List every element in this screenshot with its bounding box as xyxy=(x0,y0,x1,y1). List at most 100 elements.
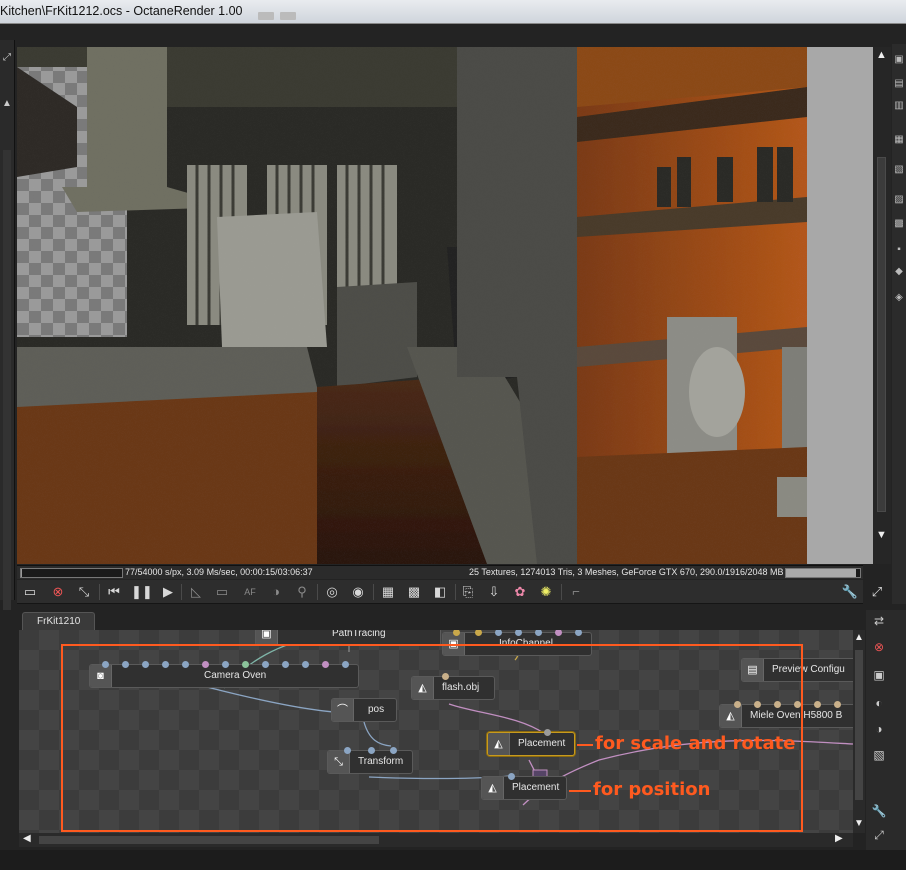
gpu-memory-fill xyxy=(786,569,856,577)
scroll-up-arrow-icon[interactable]: ▲ xyxy=(854,632,864,643)
render-stats-text: 77/54000 s/px, 3.09 Ms/sec, 00:00:15/03:… xyxy=(125,567,313,577)
node-input-pin[interactable] xyxy=(515,630,522,636)
autofocus-icon[interactable]: AF xyxy=(241,583,259,601)
toolbar-separator xyxy=(99,584,100,600)
clear-render-icon[interactable]: ⊗ xyxy=(49,583,67,601)
link-icon[interactable]: ⇄ xyxy=(871,614,887,630)
render-toolbar: ▭ ⊗ ⤡ ⏮ ❚❚ ▶ ◺ ▭ AF ◑ ⚲ ◎ ◉ ▦ ▩ ◧ ⎘ ⇩ ✿ … xyxy=(17,580,863,604)
scene-stats-text: 25 Textures, 1274013 Tris, 3 Meshes, GeF… xyxy=(469,567,784,577)
graph-side-toolbar: ⇄ ⊗ ▣ ◐ ◑ ▧ 🔧 ⤢ xyxy=(866,610,906,850)
annotation-pointer xyxy=(569,790,591,792)
toolbar-separator xyxy=(317,584,318,600)
title-bar-button[interactable] xyxy=(280,12,296,20)
node-input-pin[interactable] xyxy=(575,630,582,636)
checker-background-icon[interactable]: ▩ xyxy=(405,583,423,601)
annotation-pointer xyxy=(577,744,593,746)
half-resolution-icon[interactable]: ◧ xyxy=(431,583,449,601)
node-input-pin[interactable] xyxy=(495,630,502,636)
scroll-up-arrow-icon[interactable]: ▲ xyxy=(876,49,887,61)
fit-view-icon[interactable]: ⤡ xyxy=(75,583,93,601)
image-icon[interactable]: ▪ xyxy=(893,244,905,256)
render-viewport[interactable] xyxy=(17,47,807,564)
left-panel-strip: ⤢ ▲ xyxy=(0,40,15,610)
render-progress-fill xyxy=(21,569,22,577)
node-graph-editor: FrKit1210 ▣ PathTracing ▣ InfoChannel ◙ … xyxy=(17,610,865,850)
viewport-background-area xyxy=(807,47,873,564)
node-input-pin[interactable] xyxy=(535,630,542,636)
kernel-icon: ▣ xyxy=(256,630,278,645)
node-input-pin[interactable] xyxy=(555,630,562,636)
render-status-bar: 77/54000 s/px, 3.09 Ms/sec, 00:00:15/03:… xyxy=(17,565,863,579)
viewport-vertical-scrollbar[interactable]: ▲ ▼ xyxy=(873,47,891,564)
light-icon[interactable]: ✺ xyxy=(537,583,555,601)
scroll-thumb[interactable] xyxy=(855,650,863,800)
lock-icon[interactable]: ⌐ xyxy=(567,583,585,601)
node-graph-canvas[interactable]: ▣ PathTracing ▣ InfoChannel ◙ Camera Ove… xyxy=(19,630,853,833)
node-label: PathTracing xyxy=(332,630,386,639)
scroll-thumb[interactable] xyxy=(877,157,886,512)
rendered-kitchen-image xyxy=(17,47,807,564)
restart-render-icon[interactable]: ⏮ xyxy=(105,583,123,601)
node-input-pin[interactable] xyxy=(834,701,841,708)
render-progress-bar xyxy=(20,568,123,578)
octane-render-window: Kitchen\FrKit1212.ocs - OctaneRender 1.0… xyxy=(0,0,906,870)
texture-icon[interactable]: ▦ xyxy=(893,134,905,146)
annotation-scale-rotate: for scale and rotate xyxy=(595,733,796,754)
scroll-down-arrow-icon[interactable]: ▼ xyxy=(854,818,864,829)
emission-icon[interactable]: ◈ xyxy=(893,292,905,304)
graph-vertical-scrollbar[interactable]: ▲ ▼ xyxy=(853,630,865,833)
mesh-icon[interactable]: ▥ xyxy=(893,100,905,112)
toolbar-separator xyxy=(373,584,374,600)
toolbar-separator xyxy=(561,584,562,600)
settings-wrench-icon[interactable]: 🔧 xyxy=(871,804,887,820)
region-render-icon[interactable]: ▭ xyxy=(213,583,231,601)
scroll-down-arrow-icon[interactable]: ▼ xyxy=(876,529,887,541)
scroll-thumb[interactable] xyxy=(39,836,379,844)
fullscreen-icon[interactable]: ⤢ xyxy=(868,583,886,601)
unlock-viewport-icon[interactable]: ◉ xyxy=(349,583,367,601)
bottom-status-strip xyxy=(0,850,906,870)
scroll-up-icon[interactable]: ▲ xyxy=(1,98,13,110)
start-render-icon[interactable]: ▶ xyxy=(159,583,177,601)
fullscreen-icon[interactable]: ⤢ xyxy=(871,828,887,844)
toolbar-separator xyxy=(455,584,456,600)
right-toolbar: ▣ ▤ ▥ ▦ ▧ ▨ ▩ ▪ ◆ ◈ xyxy=(892,44,906,604)
copy-clipboard-icon[interactable]: ⎘ xyxy=(459,583,477,601)
title-bar-button[interactable] xyxy=(258,12,274,20)
material-node-icon[interactable]: ◐ xyxy=(871,696,887,712)
node-input-pin[interactable] xyxy=(814,701,821,708)
left-scroll-track[interactable] xyxy=(3,150,11,610)
scroll-left-arrow-icon[interactable]: ◀ xyxy=(23,833,31,844)
settings-icon[interactable]: ▤ xyxy=(893,78,905,90)
geometry-node-icon[interactable]: ▧ xyxy=(871,748,887,764)
title-bar-controls xyxy=(258,7,328,20)
pause-render-icon[interactable]: ❚❚ xyxy=(131,583,153,601)
pick-material-icon[interactable]: ⚲ xyxy=(293,583,311,601)
title-bar: Kitchen\FrKit1212.ocs - OctaneRender 1.0… xyxy=(0,0,906,24)
light-icon[interactable]: ◆ xyxy=(893,266,905,278)
gpu-memory-bar xyxy=(785,568,861,578)
pick-white-point-icon[interactable]: ◑ xyxy=(267,583,285,601)
expand-icon[interactable]: ⤢ xyxy=(1,52,13,64)
material-picker-icon[interactable]: ✿ xyxy=(511,583,529,601)
save-render-icon[interactable]: ▭ xyxy=(21,583,39,601)
object-icon[interactable]: ▨ xyxy=(893,194,905,206)
pick-focus-icon[interactable]: ◺ xyxy=(187,583,205,601)
delete-node-icon[interactable]: ⊗ xyxy=(871,640,887,656)
import-icon[interactable]: ⇩ xyxy=(485,583,503,601)
layer-icon[interactable]: ▩ xyxy=(893,218,905,230)
scroll-right-arrow-icon[interactable]: ▶ xyxy=(835,833,843,844)
camera-icon[interactable]: ▣ xyxy=(893,54,905,66)
toolbar-separator xyxy=(181,584,182,600)
texture-node-icon[interactable]: ◑ xyxy=(871,722,887,738)
node-input-pin[interactable] xyxy=(475,630,482,636)
material-icon[interactable]: ▧ xyxy=(893,164,905,176)
alpha-channel-icon[interactable]: ▦ xyxy=(379,583,397,601)
window-title: Kitchen\FrKit1212.ocs - OctaneRender 1.0… xyxy=(0,4,243,18)
new-node-icon[interactable]: ▣ xyxy=(871,668,887,684)
graph-horizontal-scrollbar[interactable]: ◀ ▶ xyxy=(19,833,853,847)
settings-wrench-icon[interactable]: 🔧 xyxy=(841,583,859,601)
annotation-position: for position xyxy=(593,779,711,800)
graph-tab[interactable]: FrKit1210 xyxy=(22,612,96,630)
lock-viewport-icon[interactable]: ◎ xyxy=(323,583,341,601)
